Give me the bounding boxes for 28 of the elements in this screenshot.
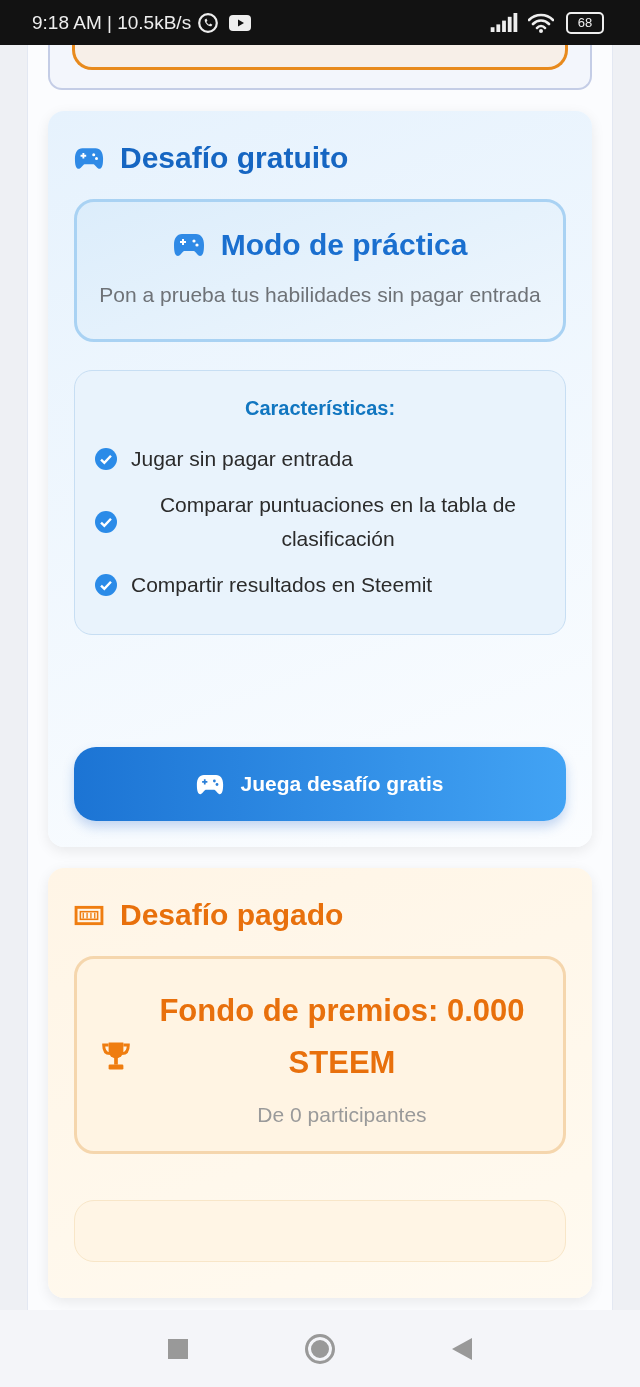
section-title: Desafío pagado bbox=[120, 898, 344, 932]
practice-description: Pon a prueba tus habilidades sin pagar entrada bbox=[98, 282, 542, 308]
gamepad-icon bbox=[74, 146, 104, 170]
home-button[interactable] bbox=[305, 1333, 335, 1364]
check-icon bbox=[95, 448, 117, 470]
video-icon bbox=[229, 14, 252, 31]
feature-item: Jugar sin pagar entrada bbox=[131, 446, 354, 472]
feature-item: Comparar puntuaciones en la tabla de clasificación bbox=[158, 492, 518, 552]
gamepad-icon bbox=[196, 773, 225, 795]
battery-icon: 68 bbox=[566, 11, 604, 34]
prize-amount: Fondo de premios: 0.000 STEEM bbox=[158, 992, 526, 1082]
feature-item: Compartir resultados en Steemit bbox=[131, 572, 434, 598]
check-icon bbox=[95, 511, 117, 533]
features-heading: Características: bbox=[243, 397, 397, 420]
signal-icon bbox=[490, 13, 518, 32]
participants-count: De 0 participantes bbox=[256, 1103, 428, 1127]
practice-title: Modo de práctica bbox=[220, 228, 468, 262]
check-icon bbox=[95, 574, 117, 596]
recents-button[interactable] bbox=[168, 1338, 189, 1359]
chat-icon bbox=[197, 11, 220, 34]
trophy-icon bbox=[101, 1040, 131, 1072]
gamepad-icon bbox=[172, 233, 205, 257]
ticket-icon bbox=[74, 903, 104, 927]
status-time: 9:18 AM | 10.5kB/s bbox=[32, 11, 192, 34]
section-title: Desafío gratuito bbox=[120, 141, 349, 175]
play-free-button[interactable]: Juega desafío gratis bbox=[74, 747, 566, 821]
back-button[interactable] bbox=[451, 1337, 472, 1360]
wifi-icon bbox=[528, 12, 554, 33]
